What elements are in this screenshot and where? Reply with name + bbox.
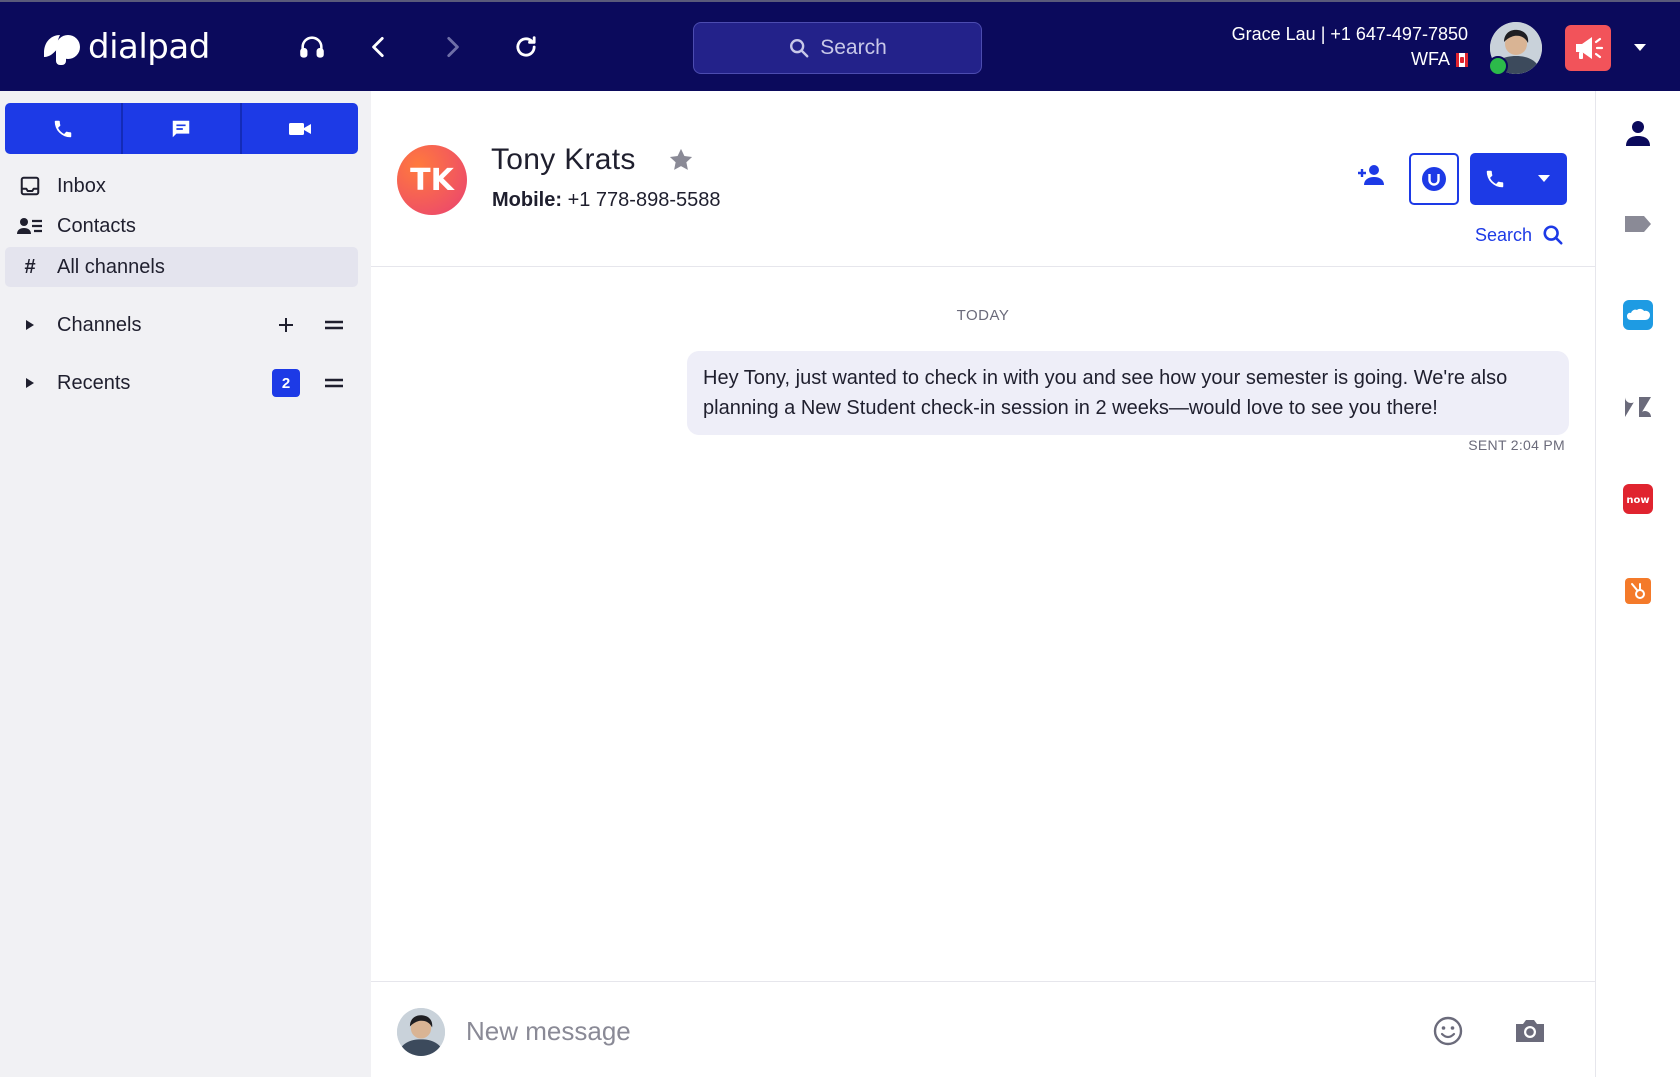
search-icon	[790, 39, 809, 58]
recents-menu-button[interactable]	[320, 369, 348, 397]
phone-type-label: Mobile:	[492, 189, 562, 211]
expand-triangle-icon[interactable]	[17, 370, 43, 396]
dialpad-logo[interactable]: dialpad	[38, 24, 210, 70]
section-label[interactable]: Channels	[57, 314, 252, 337]
sidebar-item-label: Contacts	[57, 214, 136, 237]
search-placeholder: Search	[820, 36, 887, 59]
tab-calls[interactable]	[5, 103, 122, 154]
day-divider: TODAY	[956, 307, 1010, 324]
add-contact-button[interactable]	[1353, 157, 1389, 193]
phone-number[interactable]: +1 778-898-5588	[568, 189, 721, 211]
add-channel-button[interactable]	[272, 311, 300, 339]
sidebar-item-label: All channels	[57, 255, 165, 278]
contacts-icon	[17, 213, 43, 239]
user-status: WFA	[1411, 49, 1450, 69]
svg-text:now: now	[1626, 495, 1649, 506]
presence-indicator	[1488, 56, 1508, 76]
logo-text: dialpad	[88, 27, 210, 67]
tag-icon[interactable]	[1620, 206, 1656, 242]
unread-badge: 2	[272, 369, 300, 397]
video-icon	[288, 122, 311, 135]
hubspot-icon[interactable]	[1620, 573, 1656, 609]
contact-info-icon[interactable]	[1620, 115, 1656, 151]
inbox-icon	[17, 173, 43, 199]
plus-icon	[279, 318, 293, 332]
call-button[interactable]	[1470, 153, 1567, 205]
menu-icon	[325, 320, 343, 330]
caret-down-icon[interactable]	[1520, 175, 1567, 183]
top-bar: dialpad Search Grace Lau | +1 647-497-78…	[0, 0, 1680, 91]
sidebar-item-all-channels[interactable]: # All channels	[5, 247, 358, 287]
composer-avatar	[397, 1008, 445, 1056]
star-icon[interactable]	[667, 146, 695, 179]
message-bubble[interactable]: Hey Tony, just wanted to check in with y…	[687, 351, 1569, 435]
contact-name[interactable]: Tony Krats	[491, 143, 636, 177]
sidebar-section-recents: Recents 2	[5, 363, 358, 403]
sidebar-section-channels: Channels	[5, 305, 358, 345]
user-name-number: Grace Lau | +1 647-497-7850	[1231, 24, 1468, 44]
menu-icon	[325, 378, 343, 388]
back-icon[interactable]	[360, 28, 398, 66]
camera-button[interactable]	[1509, 1012, 1551, 1050]
megaphone-icon	[1576, 37, 1604, 59]
refresh-icon[interactable]	[507, 28, 545, 66]
hash-icon: #	[24, 255, 36, 278]
message-status: SENT 2:04 PM	[1468, 437, 1565, 453]
emoji-icon	[1433, 1016, 1463, 1046]
expand-triangle-icon[interactable]	[17, 312, 43, 338]
phone-icon	[1470, 168, 1520, 190]
sidebar-item-contacts[interactable]: Contacts	[5, 206, 358, 246]
camera-icon	[1516, 1020, 1544, 1042]
servicenow-icon[interactable]: now	[1620, 481, 1656, 517]
mode-tabs	[5, 103, 358, 154]
contact-phone: Mobile: +1 778-898-5588	[492, 189, 720, 212]
emoji-button[interactable]	[1429, 1012, 1467, 1050]
canada-flag-icon	[1456, 52, 1468, 67]
user-info[interactable]: Grace Lau | +1 647-497-7850 WFA	[1232, 22, 1468, 72]
conversation-search-link[interactable]: Search	[1475, 224, 1564, 246]
conversation-panel: TK Tony Krats Mobile: +1 778-898-5588 Se…	[371, 91, 1595, 1077]
tab-video[interactable]	[239, 103, 358, 154]
message-icon	[173, 120, 190, 137]
global-search-input[interactable]: Search	[693, 22, 982, 74]
caret-down-icon[interactable]	[1630, 38, 1650, 58]
announcement-button[interactable]	[1565, 25, 1611, 71]
tab-messages[interactable]	[121, 103, 240, 154]
left-sidebar: Inbox Contacts # All channels Channels R…	[0, 91, 371, 1077]
dialpad-logo-mark	[38, 27, 84, 67]
search-icon	[1543, 225, 1563, 245]
contact-header: TK Tony Krats Mobile: +1 778-898-5588 Se…	[371, 91, 1595, 267]
sidebar-item-label: Inbox	[57, 174, 106, 197]
new-message-input[interactable]	[466, 1004, 1246, 1058]
phone-icon	[54, 120, 72, 137]
message-composer	[371, 981, 1595, 1077]
channels-menu-button[interactable]	[320, 311, 348, 339]
integration-button[interactable]	[1409, 153, 1459, 205]
search-label: Search	[1475, 224, 1533, 245]
zendesk-icon[interactable]	[1620, 389, 1656, 425]
forward-icon[interactable]	[433, 28, 471, 66]
add-person-icon	[1358, 165, 1384, 185]
salesforce-icon[interactable]	[1620, 297, 1656, 333]
headset-icon[interactable]	[293, 28, 331, 66]
sidebar-item-inbox[interactable]: Inbox	[5, 166, 358, 206]
section-label[interactable]: Recents	[57, 372, 272, 395]
contact-avatar[interactable]: TK	[397, 145, 467, 215]
uber-conference-icon	[1422, 167, 1446, 191]
integrations-rail: now	[1595, 91, 1680, 1077]
